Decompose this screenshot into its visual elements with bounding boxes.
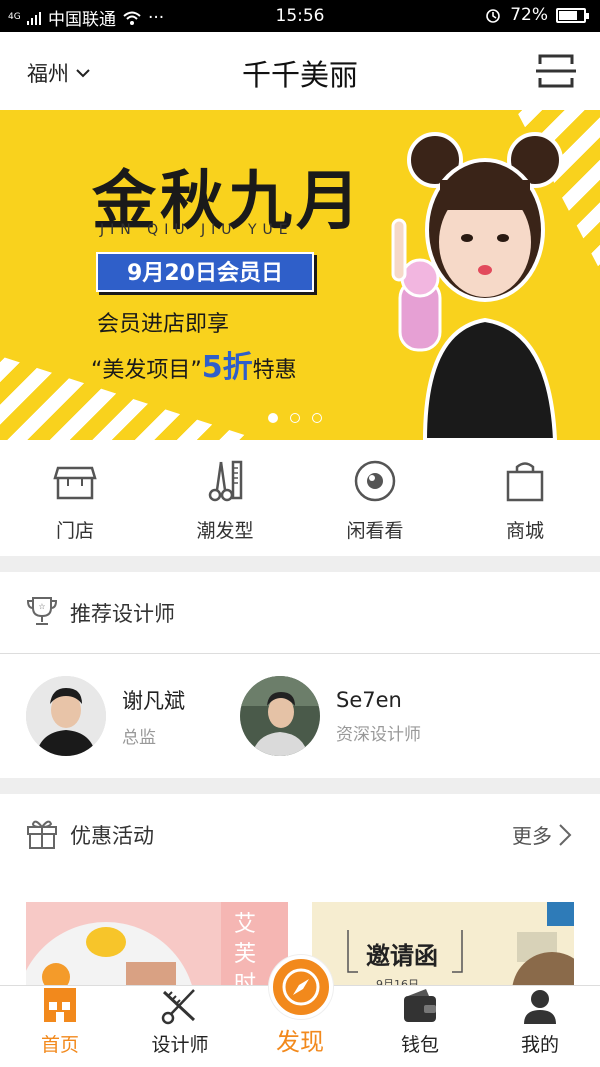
designer-list: 谢凡斌 总监 Se7en 资深设计师 [0,653,600,778]
wallet-icon [404,989,436,1022]
banner-date-tag: 9月20日会员日 [96,252,314,292]
banner-line1: 会员进店即享 [97,312,230,337]
avatar-image [26,676,106,756]
home-shop-icon [44,988,76,1022]
banner-discount: 5折 [201,350,253,385]
section-divider [0,778,600,794]
carousel-dot[interactable] [312,413,322,423]
quick-item-browse[interactable]: 闲看看 [300,440,450,556]
tab-label: 我的 [520,1034,559,1056]
battery-percent: 72% [510,5,548,25]
carousel-dot[interactable] [268,413,278,423]
app-header: 福州 千千美丽 [0,32,600,110]
alarm-icon [486,9,501,23]
banner-pinyin: JIN QIU JIU YUE [100,222,294,238]
promo-text: 艾芙时 [234,912,257,992]
trophy-icon: ☆ [26,597,58,625]
designer-card[interactable]: Se7en 资深设计师 [240,676,421,756]
tab-designer[interactable]: 设计师 [120,986,240,1067]
designers-section-header: ☆ 推荐设计师 [0,572,600,652]
designers-section-title: 推荐设计师 [70,602,175,626]
compass-icon [282,968,320,1006]
carousel-dots [268,413,322,423]
scan-icon[interactable] [536,52,576,90]
scissors-comb-icon [208,460,243,502]
gift-icon [27,820,57,849]
designer-role: 总监 [122,727,156,748]
scissors-comb-icon [161,989,196,1025]
promo-banner[interactable]: 金秋九月 JIN QIU JIU YUE 9月20日会员日 会员进店即享 “美发… [0,110,600,440]
tab-home[interactable]: 首页 [0,986,120,1067]
more-label: 更多 [512,824,552,848]
quick-item-mall[interactable]: 商城 [450,440,600,556]
banner-line2-suffix: 特惠 [252,358,297,383]
page-title: 千千美丽 [241,58,358,92]
user-icon [524,990,556,1024]
store-icon [53,466,97,500]
status-bar: 4G 中国联通 ··· 15:56 72% [0,0,600,32]
quick-item-hairstyle[interactable]: 潮发型 [150,440,300,556]
carousel-dot[interactable] [290,413,300,423]
designer-role: 资深设计师 [336,724,421,745]
section-divider [0,556,600,572]
chevron-right-icon [559,823,572,846]
discover-button[interactable] [269,955,333,1019]
designer-name: Se7en [336,687,402,712]
tab-label: 发现 [276,1028,324,1056]
tab-wallet[interactable]: 钱包 [360,986,480,1067]
promo-card[interactable]: 艾芙时 [26,902,288,992]
eye-icon [354,460,396,502]
quick-item-label: 门店 [55,520,94,542]
banner-line2: “美发项目”5折特惠 [91,342,297,386]
avatar-image [240,676,320,756]
banner-line2-prefix: “美发项目” [91,358,202,383]
avatar [240,676,320,756]
quick-item-label: 商城 [505,520,544,542]
tab-profile[interactable]: 我的 [480,986,600,1067]
quick-item-store[interactable]: 门店 [0,440,150,556]
tab-label: 设计师 [151,1034,209,1056]
battery-icon [556,7,589,23]
promo-card[interactable]: 邀请函 9月16日 [312,902,574,992]
more-link[interactable]: 更多 [512,820,572,849]
designer-name: 谢凡斌 [122,688,185,713]
model-photo [391,132,563,440]
promo-section-title: 优惠活动 [70,824,154,848]
svg-text:☆: ☆ [38,602,45,611]
promo-section-header: 优惠活动 更多 [0,794,600,874]
designer-card[interactable]: 谢凡斌 总监 [26,676,185,756]
tab-label: 钱包 [400,1034,439,1056]
avatar [26,676,106,756]
promo-image [347,902,574,992]
shopping-bag-icon [506,462,544,502]
promo-invite-title: 邀请函 [366,942,438,970]
quick-menu: 门店 潮发型 闲看看 商城 [0,440,600,556]
quick-item-label: 潮发型 [196,520,254,542]
quick-item-label: 闲看看 [346,520,404,542]
tab-label: 首页 [40,1034,79,1056]
